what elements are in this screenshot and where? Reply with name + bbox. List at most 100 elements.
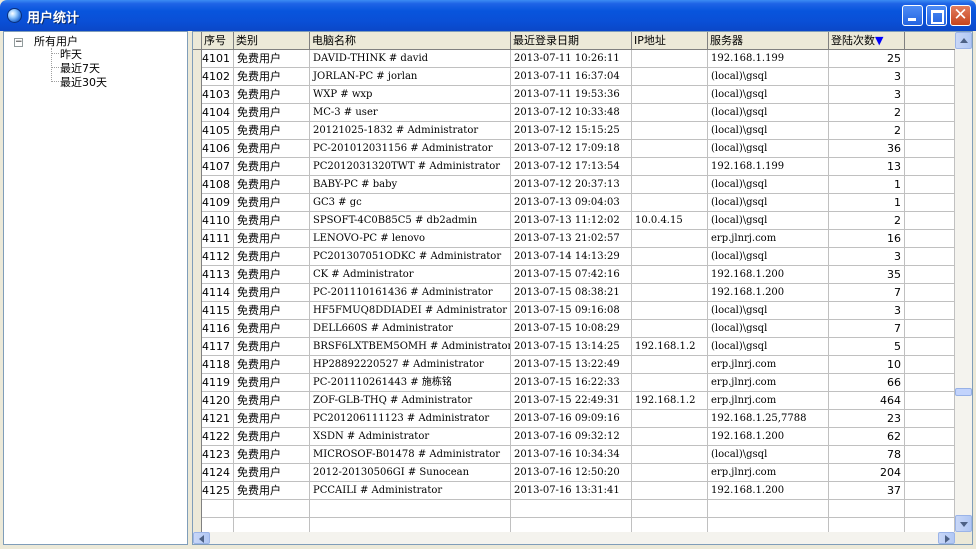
column-header-last-login[interactable]: 最近登录日期: [511, 32, 632, 49]
cell-last-login[interactable]: 2013-07-13 11:12:02: [511, 212, 632, 230]
cell-category[interactable]: [234, 500, 310, 518]
tree-node-last-7-days[interactable]: 最近7天: [51, 60, 131, 75]
cell-login-count[interactable]: 2: [829, 104, 905, 122]
cell-filler[interactable]: [905, 248, 955, 266]
cell-login-count[interactable]: 2: [829, 212, 905, 230]
cell-ip[interactable]: [632, 410, 708, 428]
column-header-index[interactable]: 序号: [202, 32, 234, 49]
cell-filler[interactable]: [905, 302, 955, 320]
column-header-category[interactable]: 类别: [234, 32, 310, 49]
cell-last-login[interactable]: 2013-07-15 22:49:31: [511, 392, 632, 410]
cell-filler[interactable]: [905, 50, 955, 68]
table-row[interactable]: 4112 免费用户 PC201307051ODKC # Administrator 2…: [193, 248, 955, 266]
cell-server[interactable]: erp.jlnrj.com: [708, 374, 829, 392]
cell-category[interactable]: 免费用户: [234, 158, 310, 176]
cell-computer-name[interactable]: BRSF6LXTBEM5OMH # Administrator: [310, 338, 511, 356]
cell-index[interactable]: 4107: [202, 158, 234, 176]
cell-login-count[interactable]: [829, 500, 905, 518]
cell-index[interactable]: 4113: [202, 266, 234, 284]
cell-ip[interactable]: [632, 518, 708, 532]
cell-category[interactable]: 免费用户: [234, 104, 310, 122]
cell-last-login[interactable]: [511, 500, 632, 518]
cell-filler[interactable]: [905, 338, 955, 356]
table-row[interactable]: 4120 免费用户 ZOF-GLB-THQ # Administrator 2013-…: [193, 392, 955, 410]
cell-category[interactable]: 免费用户: [234, 50, 310, 68]
cell-computer-name[interactable]: CK # Administrator: [310, 266, 511, 284]
table-row[interactable]: 4109 免费用户 GC3 # gc 2013-07-13 09:04:03 (loca…: [193, 194, 955, 212]
cell-last-login[interactable]: 2013-07-11 10:26:11: [511, 50, 632, 68]
cell-ip[interactable]: [632, 500, 708, 518]
cell-last-login[interactable]: 2013-07-13 09:04:03: [511, 194, 632, 212]
cell-server[interactable]: erp.jlnrj.com: [708, 356, 829, 374]
cell-server[interactable]: (local)\gsql: [708, 86, 829, 104]
cell-server[interactable]: (local)\gsql: [708, 320, 829, 338]
cell-index[interactable]: 4111: [202, 230, 234, 248]
cell-server[interactable]: (local)\gsql: [708, 176, 829, 194]
empty-row[interactable]: [193, 518, 955, 532]
cell-login-count[interactable]: 3: [829, 248, 905, 266]
cell-filler[interactable]: [905, 140, 955, 158]
cell-last-login[interactable]: 2013-07-15 08:38:21: [511, 284, 632, 302]
table-row[interactable]: 4118 免费用户 HP28892220527 # Administrator 201…: [193, 356, 955, 374]
cell-ip[interactable]: [632, 320, 708, 338]
cell-index[interactable]: 4102: [202, 68, 234, 86]
table-row[interactable]: 4114 免费用户 PC-201110161436 # Administrator 2…: [193, 284, 955, 302]
cell-category[interactable]: 免费用户: [234, 248, 310, 266]
cell-last-login[interactable]: 2013-07-16 09:32:12: [511, 428, 632, 446]
cell-filler[interactable]: [905, 464, 955, 482]
column-header-server[interactable]: 服务器: [708, 32, 829, 49]
cell-computer-name[interactable]: 20121025-1832 # Administrator: [310, 122, 511, 140]
cell-computer-name[interactable]: 2012-20130506GI # Sunocean: [310, 464, 511, 482]
cell-login-count[interactable]: 36: [829, 140, 905, 158]
scroll-right-button[interactable]: [938, 532, 955, 544]
cell-server[interactable]: erp.jlnrj.com: [708, 464, 829, 482]
cell-category[interactable]: 免费用户: [234, 176, 310, 194]
cell-last-login[interactable]: 2013-07-12 20:37:13: [511, 176, 632, 194]
cell-index[interactable]: 4110: [202, 212, 234, 230]
cell-login-count[interactable]: [829, 518, 905, 532]
cell-last-login[interactable]: 2013-07-12 17:09:18: [511, 140, 632, 158]
close-button[interactable]: ✕: [950, 5, 971, 26]
cell-last-login[interactable]: 2013-07-12 17:13:54: [511, 158, 632, 176]
cell-computer-name[interactable]: MICROSOF-B01478 # Administrator: [310, 446, 511, 464]
collapse-icon[interactable]: −: [14, 38, 23, 47]
cell-filler[interactable]: [905, 320, 955, 338]
cell-filler[interactable]: [905, 194, 955, 212]
cell-login-count[interactable]: 7: [829, 284, 905, 302]
cell-computer-name[interactable]: PC2012031320TWT # Administrator: [310, 158, 511, 176]
cell-computer-name[interactable]: XSDN # Administrator: [310, 428, 511, 446]
table-row[interactable]: 4105 免费用户 20121025-1832 # Administrator 201…: [193, 122, 955, 140]
cell-index[interactable]: 4112: [202, 248, 234, 266]
cell-index[interactable]: 4108: [202, 176, 234, 194]
cell-login-count[interactable]: 16: [829, 230, 905, 248]
cell-server[interactable]: erp.jlnrj.com: [708, 230, 829, 248]
cell-ip[interactable]: [632, 86, 708, 104]
cell-computer-name[interactable]: BABY-PC # baby: [310, 176, 511, 194]
cell-index[interactable]: [202, 518, 234, 532]
cell-category[interactable]: 免费用户: [234, 320, 310, 338]
cell-last-login[interactable]: 2013-07-11 19:53:36: [511, 86, 632, 104]
table-row[interactable]: 4101 免费用户 DAVID-THINK # david 2013-07-11 10…: [193, 50, 955, 68]
cell-last-login[interactable]: 2013-07-15 09:16:08: [511, 302, 632, 320]
cell-category[interactable]: 免费用户: [234, 356, 310, 374]
cell-ip[interactable]: [632, 104, 708, 122]
cell-server[interactable]: 192.168.1.25,7788: [708, 410, 829, 428]
cell-index[interactable]: 4118: [202, 356, 234, 374]
cell-computer-name[interactable]: HP28892220527 # Administrator: [310, 356, 511, 374]
cell-server[interactable]: (local)\gsql: [708, 194, 829, 212]
cell-filler[interactable]: [905, 158, 955, 176]
maximize-button[interactable]: [926, 5, 947, 26]
scroll-down-button[interactable]: [955, 515, 972, 532]
cell-last-login[interactable]: 2013-07-16 10:34:34: [511, 446, 632, 464]
table-row[interactable]: 4121 免费用户 PC201206111123 # Administrator 20…: [193, 410, 955, 428]
cell-login-count[interactable]: 25: [829, 50, 905, 68]
cell-filler[interactable]: [905, 230, 955, 248]
cell-ip[interactable]: [632, 464, 708, 482]
scroll-up-button[interactable]: [955, 32, 972, 49]
cell-last-login[interactable]: 2013-07-14 14:13:29: [511, 248, 632, 266]
cell-login-count[interactable]: 464: [829, 392, 905, 410]
cell-login-count[interactable]: 3: [829, 86, 905, 104]
vertical-scroll-thumb[interactable]: [955, 388, 972, 396]
vertical-scrollbar[interactable]: [955, 32, 972, 532]
cell-server[interactable]: (local)\gsql: [708, 338, 829, 356]
